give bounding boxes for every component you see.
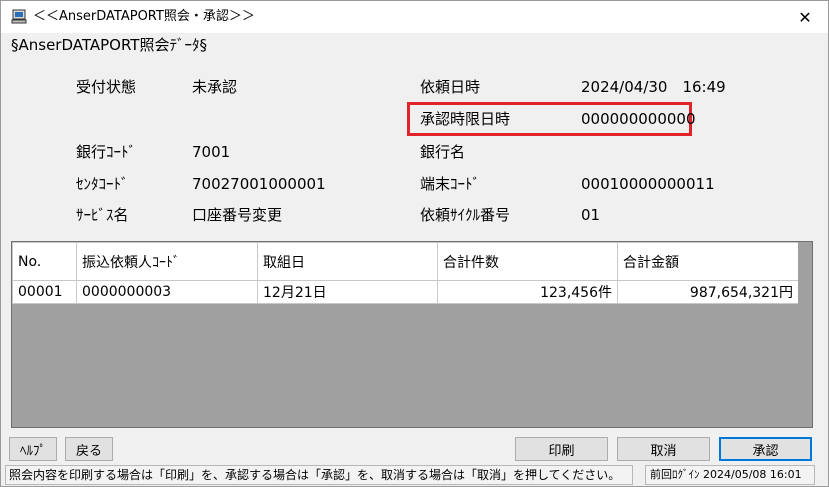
- cell-processing-date: 12月21日: [257, 280, 438, 304]
- column-header-processing-date[interactable]: 取組日: [257, 242, 438, 281]
- reception-status-value: 未承認: [192, 78, 238, 96]
- center-code-value: 70027001000001: [192, 175, 326, 193]
- status-message: 照会内容を印刷する場合は「印刷」を、承認する場合は「承認」を、取消する場合は「取…: [5, 465, 633, 485]
- bank-code-value: 7001: [192, 143, 231, 161]
- service-name-label: ｻｰﾋﾞｽ名: [76, 206, 129, 224]
- help-button[interactable]: ﾍﾙﾌﾟ: [9, 437, 57, 461]
- request-datetime-value: 2024/04/30 16:49: [581, 78, 726, 96]
- title-bar[interactable]: ＜＜AnserDATAPORT照会・承認＞＞ ✕: [1, 1, 828, 33]
- transfer-table: No. 振込依頼人ｺｰﾄﾞ 取組日 合計件数 合計金額 00001 000000…: [12, 242, 799, 304]
- column-header-requester-code[interactable]: 振込依頼人ｺｰﾄﾞ: [76, 242, 258, 281]
- center-code-label: ｾﾝﾀｺｰﾄﾞ: [76, 175, 129, 193]
- window-title: ＜＜AnserDATAPORT照会・承認＞＞: [33, 9, 255, 24]
- close-button[interactable]: ✕: [782, 1, 828, 33]
- status-bar: 照会内容を印刷する場合は「印刷」を、承認する場合は「承認」を、取消する場合は「取…: [1, 463, 828, 486]
- print-button[interactable]: 印刷: [515, 437, 608, 461]
- approve-button[interactable]: 承認: [719, 437, 812, 461]
- transfer-grid[interactable]: No. 振込依頼人ｺｰﾄﾞ 取組日 合計件数 合計金額 00001 000000…: [11, 241, 813, 428]
- column-header-no[interactable]: No.: [12, 242, 77, 281]
- request-cycle-value: 01: [581, 206, 601, 224]
- back-button[interactable]: 戻る: [65, 437, 113, 461]
- grid-scroll-area: [798, 242, 812, 427]
- terminal-code-label: 端末ｺｰﾄﾞ: [420, 175, 481, 193]
- request-cycle-label: 依頼ｻｲｸﾙ番号: [420, 206, 511, 224]
- section-title: §AnserDATAPORT照会ﾃﾞｰﾀ§: [11, 36, 207, 54]
- bank-name-label: 銀行名: [420, 143, 466, 161]
- terminal-code-value: 00010000000011: [581, 175, 715, 193]
- bank-code-label: 銀行ｺｰﾄﾞ: [76, 143, 137, 161]
- column-header-total-count[interactable]: 合計件数: [437, 242, 618, 281]
- column-header-total-amount[interactable]: 合計金額: [617, 242, 799, 281]
- table-row[interactable]: 00001 0000000003 12月21日 123,456件 987,654…: [12, 280, 799, 304]
- cell-requester-code: 0000000003: [76, 280, 258, 304]
- cell-total-amount: 987,654,321円: [617, 280, 799, 304]
- table-header-row: No. 振込依頼人ｺｰﾄﾞ 取組日 合計件数 合計金額: [12, 242, 799, 281]
- terminal-app-icon: [11, 9, 27, 25]
- request-datetime-label: 依頼日時: [420, 78, 481, 96]
- cell-no: 00001: [12, 280, 77, 304]
- reception-status-label: 受付状態: [76, 78, 137, 96]
- service-name-value: 口座番号変更: [192, 206, 283, 224]
- close-icon: ✕: [798, 7, 812, 27]
- last-login-status: 前回ﾛｸﾞｲﾝ 2024/05/08 16:01: [645, 465, 815, 485]
- main-window: ＜＜AnserDATAPORT照会・承認＞＞ ✕ §AnserDATAPORT照…: [0, 0, 829, 487]
- approval-deadline-label: 承認時限日時: [420, 110, 511, 128]
- cell-total-count: 123,456件: [437, 280, 618, 304]
- cancel-button[interactable]: 取消: [617, 437, 710, 461]
- approval-deadline-value: 000000000000: [581, 110, 696, 128]
